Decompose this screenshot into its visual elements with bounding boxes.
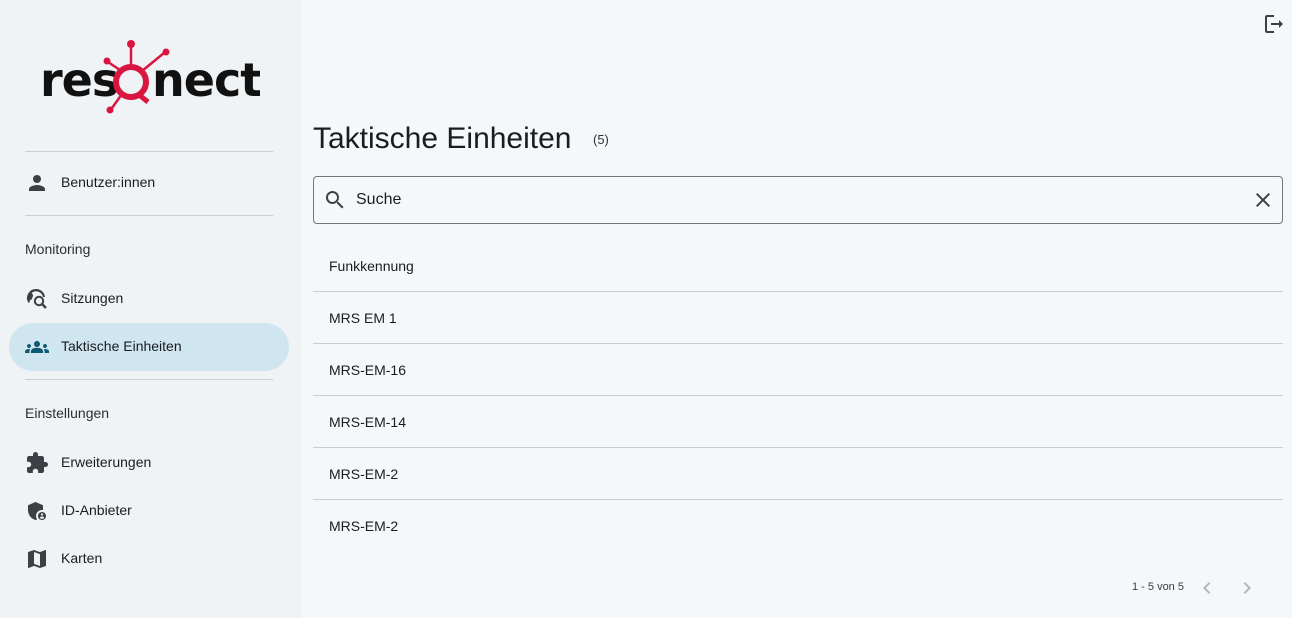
sidebar: res nect Benutzer:innen Monitoring Sitzu… (0, 0, 301, 618)
sidebar-item-label: Benutzer:innen (61, 174, 156, 190)
map-icon (25, 547, 49, 571)
sidebar-item-label: Taktische Einheiten (61, 338, 182, 354)
table-cell: MRS-EM-2 (329, 466, 399, 482)
admin-shield-icon (25, 499, 49, 523)
sidebar-item-label: Erweiterungen (61, 454, 152, 470)
chevron-right-icon (1235, 576, 1259, 600)
pagination-range: 1 - 5 von 5 (1132, 581, 1184, 593)
session-search-icon (25, 287, 49, 311)
sidebar-item-erweiterungen[interactable]: Erweiterungen (9, 439, 289, 487)
search-input[interactable] (356, 187, 1236, 213)
table-header[interactable]: Funkkennung (313, 240, 1283, 292)
sidebar-item-taktische-einheiten[interactable]: Taktische Einheiten (9, 323, 289, 371)
sidebar-item-benutzer[interactable]: Benutzer:innen (9, 159, 289, 207)
sidebar-item-sitzungen[interactable]: Sitzungen (9, 275, 289, 323)
resqnect-logo[interactable]: res nect (38, 38, 260, 114)
table-row[interactable]: MRS-EM-14 (313, 396, 1283, 448)
sidebar-item-label: ID-Anbieter (61, 502, 132, 518)
table-row[interactable]: MRS-EM-2 (313, 448, 1283, 500)
sidebar-item-karten[interactable]: Karten (9, 535, 289, 583)
table-cell: MRS-EM-16 (329, 362, 407, 378)
logout-button[interactable] (1262, 12, 1286, 36)
sidebar-item-id-anbieter[interactable]: ID-Anbieter (9, 487, 289, 535)
table-cell: MRS-EM-14 (329, 414, 407, 430)
close-icon[interactable] (1251, 188, 1275, 212)
groups-icon (25, 335, 49, 359)
units-table: Funkkennung MRS EM 1 MRS-EM-16 MRS-EM-14… (313, 240, 1283, 552)
extension-puzzle-icon (25, 451, 49, 475)
svg-text:nect: nect (152, 53, 260, 107)
table-cell: MRS EM 1 (329, 310, 397, 326)
table-row[interactable]: MRS-EM-16 (313, 344, 1283, 396)
table-row[interactable]: MRS-EM-2 (313, 500, 1283, 552)
logout-icon (1262, 12, 1286, 36)
next-page-button[interactable] (1235, 576, 1259, 600)
sidebar-divider (25, 379, 273, 380)
section-title-monitoring: Monitoring (25, 241, 91, 257)
previous-page-button[interactable] (1195, 576, 1219, 600)
column-header-funkkennung[interactable]: Funkkennung (329, 258, 414, 274)
search-icon (323, 188, 347, 212)
table-row[interactable]: MRS EM 1 (313, 292, 1283, 344)
sidebar-divider (25, 151, 273, 152)
table-cell: MRS-EM-2 (329, 518, 399, 534)
sidebar-item-label: Karten (61, 550, 103, 566)
chevron-left-icon (1195, 576, 1219, 600)
search-field[interactable] (313, 176, 1283, 224)
page-title: Taktische Einheiten (313, 122, 572, 155)
person-icon (25, 171, 49, 195)
sidebar-item-label: Sitzungen (61, 290, 124, 306)
section-title-einstellungen: Einstellungen (25, 405, 110, 421)
sidebar-divider (25, 215, 273, 216)
item-count-badge: (5) (593, 132, 609, 147)
